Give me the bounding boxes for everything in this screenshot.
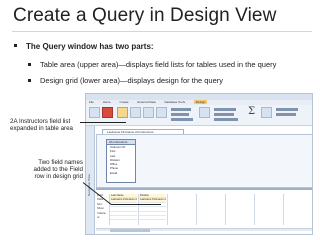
tab-home[interactable]: Home — [103, 100, 111, 104]
ribbon-command[interactable] — [276, 108, 298, 111]
callout-leader-line — [80, 122, 126, 123]
ribbon-command[interactable] — [214, 108, 236, 111]
callout-design-grid: Two field names added to the Field row i… — [33, 159, 83, 181]
access-screenshot: File Home Create External Data Database … — [85, 93, 313, 235]
bullet-text: Design grid (lower area)—displays design… — [40, 76, 224, 85]
scrollbar-thumb[interactable] — [110, 229, 150, 232]
callout-line: Two field names — [38, 159, 83, 166]
tab-external-data[interactable]: External Data — [137, 100, 155, 104]
show-table-icon[interactable] — [199, 107, 210, 118]
view-icon[interactable] — [89, 107, 100, 118]
table-area: 2A Instructors Instructor ID First Last … — [96, 134, 312, 188]
grid-column[interactable] — [254, 194, 282, 225]
update-icon[interactable] — [156, 107, 167, 118]
grid-row-label: or: — [97, 216, 101, 220]
callout-line: row in design grid — [34, 173, 84, 181]
bullet-marker — [28, 62, 31, 66]
bullet-marker — [14, 44, 17, 48]
bullet-marker — [28, 78, 31, 82]
ribbon-command[interactable] — [171, 118, 193, 121]
title-divider — [12, 31, 312, 32]
ribbon-command[interactable] — [214, 118, 238, 121]
callout-line: expanded in table area — [10, 125, 73, 133]
crosstab-icon[interactable] — [171, 108, 191, 111]
horizontal-scrollbar[interactable] — [96, 228, 312, 232]
field-list-item[interactable]: Email — [107, 171, 135, 175]
slide-title: Create a Query in Design View — [13, 5, 277, 26]
callout-line: 2A Instructors field list — [10, 118, 71, 125]
tab-database-tools[interactable]: Database Tools — [164, 100, 185, 104]
bullet-text: The Query window has two parts: — [26, 42, 154, 51]
ribbon-command[interactable] — [276, 113, 296, 116]
callout-leader-line — [111, 204, 161, 205]
tab-design[interactable]: Design — [193, 100, 208, 104]
grid-column[interactable] — [196, 194, 224, 225]
grid-cell[interactable] — [110, 216, 137, 221]
totals-icon[interactable]: Σ — [248, 106, 255, 117]
append-icon[interactable] — [143, 107, 154, 118]
callout-field-list: 2A Instructors field list expanded in ta… — [10, 118, 73, 132]
callout-line: added to the Field — [33, 166, 83, 174]
bullet-3: Design grid (lower area)—displays design… — [28, 76, 223, 85]
tab-file[interactable]: File — [89, 100, 94, 104]
grid-column[interactable]: Division Lastname Firstname 2A — [138, 194, 166, 225]
field-list[interactable]: 2A Instructors Instructor ID First Last … — [106, 139, 136, 183]
grid-column[interactable] — [167, 194, 195, 225]
select-icon[interactable] — [117, 107, 128, 118]
bullet-text: Table area (upper area)—displays field l… — [40, 60, 277, 69]
grid-column[interactable] — [283, 194, 311, 225]
tab-create[interactable]: Create — [120, 100, 129, 104]
design-grid: Field: Table: Sort: Show: Criteria: or: … — [96, 190, 312, 234]
parameters-icon[interactable] — [261, 107, 272, 118]
delete-icon[interactable] — [171, 113, 189, 116]
ribbon-command[interactable] — [214, 113, 234, 116]
make-table-icon[interactable] — [130, 107, 141, 118]
navigation-pane[interactable]: Navigation Pane — [86, 126, 95, 234]
grid-column[interactable] — [225, 194, 253, 225]
grid-column[interactable]: Last Name Lastname Firstname 2A — [109, 194, 137, 225]
grid-cell[interactable] — [139, 216, 166, 221]
bullet-1: The Query window has two parts: — [14, 42, 154, 51]
bullet-2: Table area (upper area)—displays field l… — [28, 60, 276, 69]
run-icon[interactable] — [102, 107, 113, 118]
